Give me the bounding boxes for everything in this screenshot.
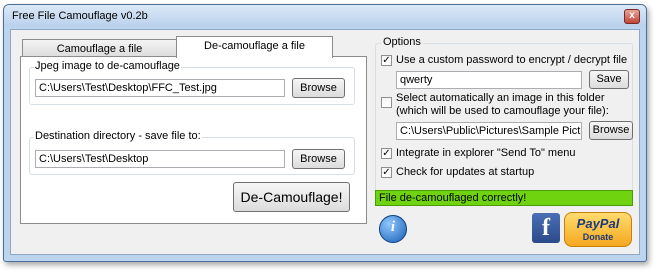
options-title: Options <box>381 36 423 48</box>
updates-checkbox[interactable]: ✓ <box>381 167 392 178</box>
send-to-label: Integrate in explorer "Send To" menu <box>396 147 576 159</box>
custom-password-label: Use a custom password to encrypt / decry… <box>396 54 628 66</box>
tab-panel-decamouflage: Jpeg image to de-camouflage C:\Users\Tes… <box>20 56 367 224</box>
jpeg-label: Jpeg image to de-camouflage <box>34 60 181 72</box>
updates-label: Check for updates at startup <box>396 166 535 178</box>
tab-decamouflage[interactable]: De-camouflage a file <box>176 36 333 58</box>
save-password-button[interactable]: Save <box>589 70 629 89</box>
check-icon: ✓ <box>382 148 391 159</box>
donate-label: Donate <box>582 232 614 242</box>
paypal-donate-button[interactable]: PayPal Donate <box>564 212 632 247</box>
facebook-button[interactable]: f <box>532 213 560 243</box>
tab-label: Camouflage a file <box>56 43 143 55</box>
tab-label: De-camouflage a file <box>204 40 305 52</box>
title-bar: Free File Camouflage v0.2b x <box>4 5 646 27</box>
destination-label: Destination directory - save file to: <box>34 130 202 142</box>
close-button[interactable]: x <box>624 9 640 24</box>
window-title: Free File Camouflage v0.2b <box>12 10 148 22</box>
paypal-logo: PayPal <box>576 216 620 231</box>
destination-path-input[interactable]: C:\Users\Test\Desktop <box>35 150 285 168</box>
jpeg-browse-button[interactable]: Browse <box>292 78 345 98</box>
decamouflage-button[interactable]: De-Camouflage! <box>233 182 350 212</box>
info-button[interactable]: i <box>379 215 407 243</box>
info-icon: i <box>390 219 396 235</box>
folder-path-input[interactable]: C:\Users\Public\Pictures\Sample Pictures <box>396 122 582 140</box>
jpeg-path-input[interactable]: C:\Users\Test\Desktop\FFC_Test.jpg <box>35 79 285 97</box>
destination-browse-button[interactable]: Browse <box>292 149 345 169</box>
custom-password-checkbox[interactable]: ✓ <box>381 55 392 66</box>
check-icon: ✓ <box>382 55 391 66</box>
status-bar: File de-camouflaged correctly! <box>375 190 633 206</box>
app-window: Free File Camouflage v0.2b x Camouflage … <box>3 4 647 262</box>
check-icon: ✓ <box>382 167 391 178</box>
password-input[interactable]: qwerty <box>396 71 582 89</box>
auto-select-label: Select automatically an image in this fo… <box>396 92 609 117</box>
client-area: Camouflage a file De-camouflage a file J… <box>10 29 640 255</box>
facebook-icon: f <box>542 215 550 241</box>
close-icon: x <box>629 10 635 21</box>
auto-select-checkbox[interactable] <box>381 97 392 108</box>
tab-camouflage[interactable]: Camouflage a file <box>22 39 177 57</box>
folder-browse-button[interactable]: Browse <box>589 121 633 140</box>
send-to-checkbox[interactable]: ✓ <box>381 148 392 159</box>
